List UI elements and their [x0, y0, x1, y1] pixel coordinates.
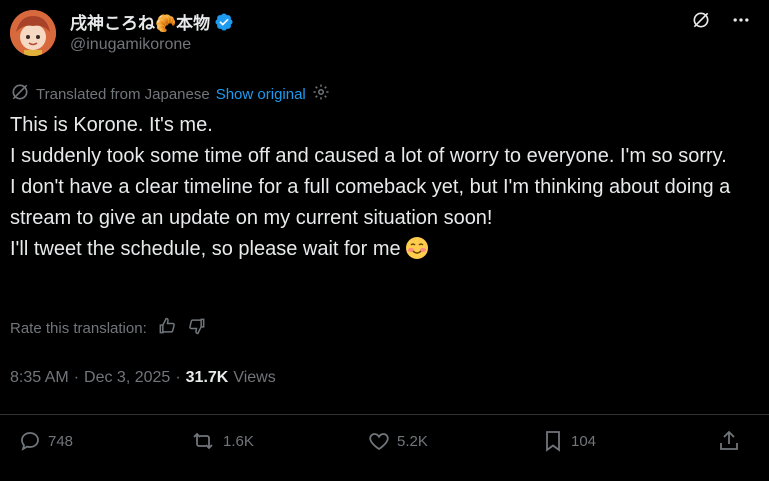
bookmark-icon	[541, 429, 565, 453]
reply-button[interactable]: 748	[18, 429, 73, 453]
meta-separator: ·	[73, 369, 80, 386]
tweet-text: This is Korone. It's me. I suddenly took…	[10, 110, 745, 270]
tweet-time[interactable]: 8:35 AM	[10, 369, 69, 387]
grok-icon[interactable]	[691, 10, 711, 35]
tweet-line: I suddenly took some time off and caused…	[10, 145, 727, 167]
reply-count: 748	[48, 432, 74, 450]
display-name[interactable]: 戌神ころね🥐本物	[70, 9, 210, 34]
views-label: Views	[233, 369, 276, 386]
repost-icon	[189, 429, 217, 453]
smiling-blushing-face-emoji	[405, 236, 429, 270]
share-icon	[717, 429, 741, 453]
share-button[interactable]	[717, 429, 741, 453]
meta-separator: ·	[175, 369, 181, 386]
tweet-meta: 8:35 AM · Dec 3, 2025 · 31.7K Views	[10, 369, 276, 387]
tweet-line: This is Korone. It's me.	[10, 114, 213, 136]
bookmark-count: 104	[571, 432, 597, 450]
verified-badge-icon	[214, 12, 234, 32]
like-count: 5.2K	[397, 432, 428, 450]
bookmark-button[interactable]: 104	[541, 429, 596, 453]
views-count: 31.7K	[185, 369, 229, 386]
heart-icon	[367, 429, 391, 453]
tweet-date[interactable]: Dec 3, 2025	[84, 369, 170, 387]
tweet-line: I don't have a clear timeline for a full…	[10, 176, 731, 229]
user-handle[interactable]: @inugamikorone	[70, 36, 191, 54]
avatar[interactable]	[10, 10, 56, 56]
reply-icon	[18, 429, 42, 453]
tweet-line: I'll tweet the schedule, so please wait …	[10, 238, 401, 260]
show-original-link[interactable]: Show original	[216, 86, 306, 103]
like-button[interactable]: 5.2K	[367, 429, 428, 453]
translated-label: Translated from Japanese	[36, 85, 210, 103]
thumbs-up-icon[interactable]	[157, 316, 177, 340]
repost-button[interactable]: 1.6K	[189, 429, 254, 453]
divider	[0, 414, 769, 415]
gear-icon[interactable]	[312, 83, 330, 105]
thumbs-down-icon[interactable]	[187, 316, 207, 340]
action-bar: 748 1.6K 5.2K 104	[0, 429, 769, 465]
rate-translation-label: Rate this translation:	[10, 319, 147, 337]
tweet-line-last: I'll tweet the schedule, so please wait …	[10, 234, 745, 270]
more-icon[interactable]	[731, 10, 751, 35]
repost-count: 1.6K	[223, 432, 254, 450]
translate-icon	[10, 82, 30, 106]
